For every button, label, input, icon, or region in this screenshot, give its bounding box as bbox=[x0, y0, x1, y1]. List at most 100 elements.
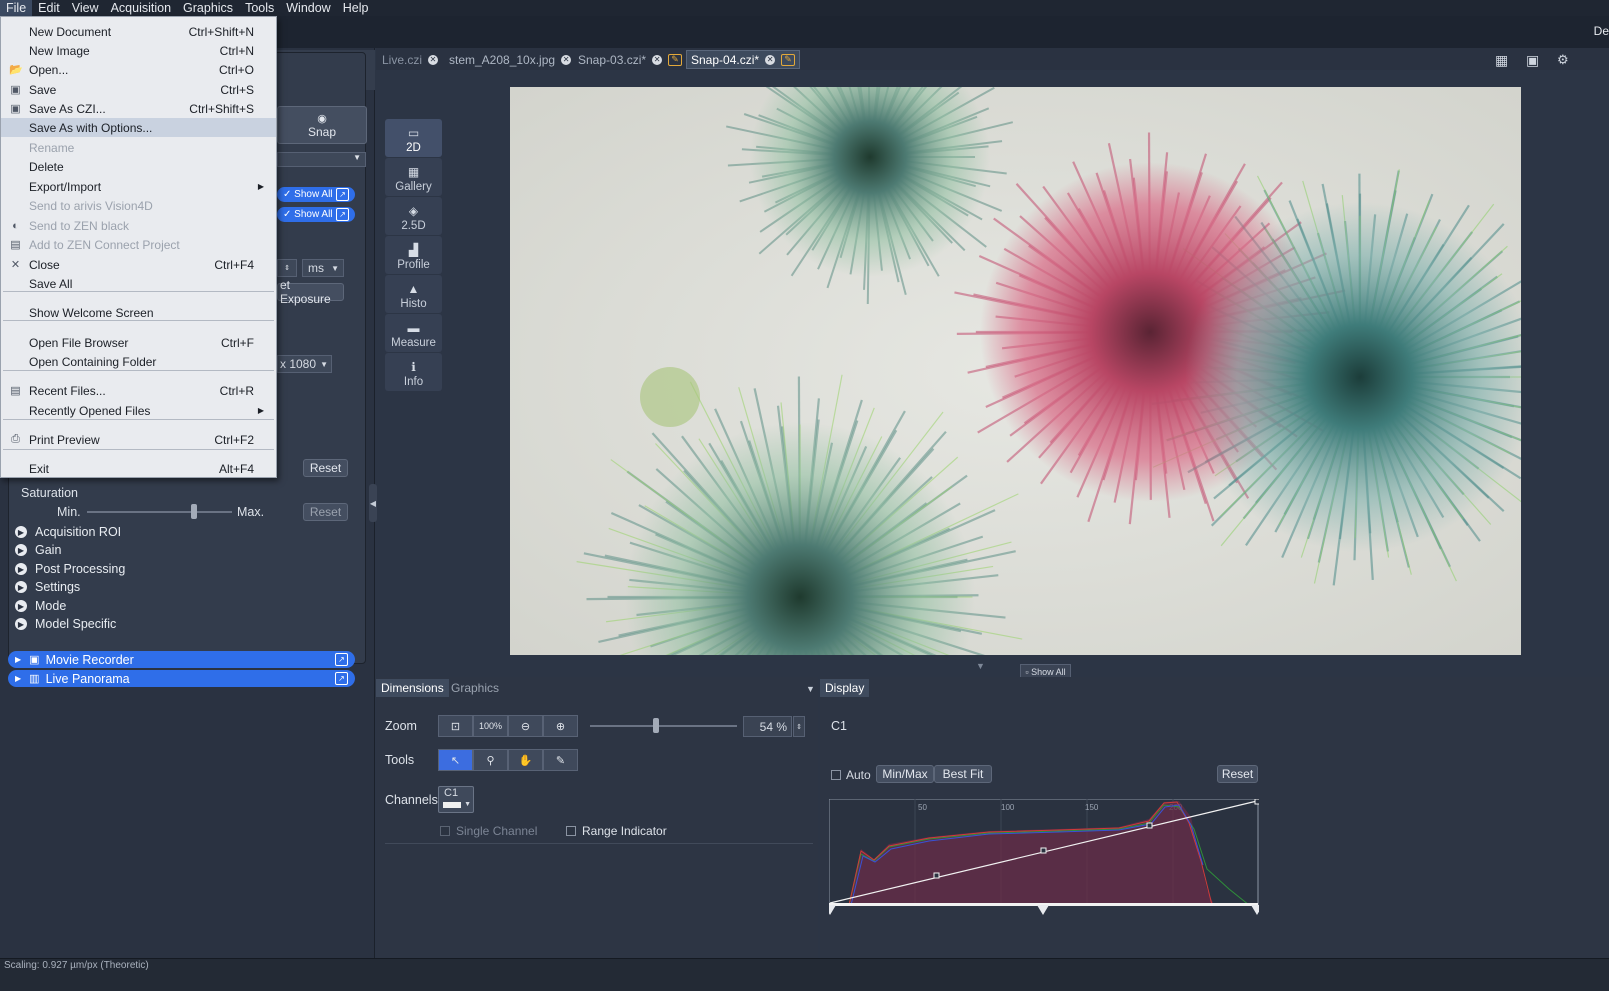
camera-dropdown[interactable]: ▼ bbox=[277, 152, 366, 167]
micrograph-render bbox=[510, 87, 1521, 655]
saturation-slider-thumb[interactable] bbox=[191, 504, 197, 519]
section-settings[interactable]: ▶ Settings bbox=[15, 580, 80, 594]
section-gain[interactable]: ▶ Gain bbox=[15, 543, 61, 557]
zoom-out-icon[interactable]: ⊖ bbox=[508, 715, 543, 737]
file-menu-item-recent-files[interactable]: ▤ Recent Files... Ctrl+R bbox=[1, 381, 276, 400]
zoom-in-icon[interactable]: ⊕ bbox=[543, 715, 578, 737]
pencil-icon: ✎ bbox=[781, 53, 796, 66]
reset-button[interactable]: Reset bbox=[303, 459, 348, 477]
reset-saturation-button[interactable]: Reset bbox=[303, 503, 348, 521]
menu-view[interactable]: View bbox=[66, 0, 105, 16]
pipette-icon[interactable]: ✎ bbox=[543, 749, 578, 771]
file-menu-item-new-image[interactable]: New Image Ctrl+N bbox=[1, 41, 276, 60]
tab-dimensions[interactable]: Dimensions bbox=[376, 679, 449, 697]
reset-display-button[interactable]: Reset bbox=[1217, 765, 1258, 783]
snap-button[interactable]: ◉ Snap bbox=[277, 106, 367, 144]
file-menu-item-new-document[interactable]: New Document Ctrl+Shift+N bbox=[1, 22, 276, 41]
camera-icon: ◉ bbox=[317, 112, 327, 125]
tab-snap-04[interactable]: Snap-04.czi* ✕ ✎ bbox=[686, 50, 801, 69]
file-menu-item-save[interactable]: ▣ Save Ctrl+S bbox=[1, 80, 276, 99]
resolution-select[interactable]: x 1080 ▼ bbox=[277, 355, 332, 373]
menu-file[interactable]: File bbox=[0, 0, 33, 16]
tab-graphics[interactable]: Graphics bbox=[446, 679, 504, 697]
menu-window[interactable]: Window bbox=[280, 0, 336, 16]
best-fit-button[interactable]: Best Fit bbox=[934, 765, 992, 783]
file-menu-item-save-as-with-options[interactable]: Save As with Options... bbox=[1, 118, 276, 137]
fit-to-window-icon[interactable]: ⊡ bbox=[438, 715, 473, 737]
menu-tools[interactable]: Tools bbox=[239, 0, 280, 16]
view-mode-info[interactable]: ℹ Info bbox=[385, 353, 442, 391]
exposure-stepper[interactable]: ⇕ bbox=[277, 259, 297, 277]
histogram[interactable]: 50 100 150 200 bbox=[824, 798, 1263, 917]
hand-icon[interactable]: ✋ bbox=[508, 749, 543, 771]
magnifier-rect-icon[interactable]: ⚲ bbox=[473, 749, 508, 771]
2-5d-icon: ◈ bbox=[408, 204, 419, 218]
tab-display[interactable]: Display bbox=[820, 679, 870, 697]
measure-icon: ▬ bbox=[407, 321, 420, 335]
chevron-down-icon: ▼ bbox=[331, 263, 339, 273]
file-menu-item-save-as-czi[interactable]: ▣ Save As CZI... Ctrl+Shift+S bbox=[1, 99, 276, 118]
channel-c1-button[interactable]: C1 ▼ bbox=[438, 786, 474, 813]
chevron-right-icon: ▶ bbox=[15, 526, 27, 538]
close-icon[interactable]: ✕ bbox=[561, 54, 572, 65]
grid-view-icon[interactable]: ▦ bbox=[1495, 52, 1508, 69]
file-menu-item-export-import[interactable]: Export/Import ▶ bbox=[1, 177, 276, 196]
micrograph-image[interactable] bbox=[510, 87, 1521, 655]
zoom-value-input[interactable]: 54 % bbox=[743, 716, 792, 737]
view-mode-2d[interactable]: ▭ 2D bbox=[385, 119, 442, 157]
file-menu-item-recently-opened-files[interactable]: Recently Opened Files ▶ bbox=[1, 401, 276, 420]
file-menu-item-close[interactable]: ✕ Close Ctrl+F4 bbox=[1, 255, 276, 274]
menu-graphics[interactable]: Graphics bbox=[177, 0, 239, 16]
range-indicator-checkbox[interactable]: Range Indicator bbox=[566, 824, 667, 838]
section-model-specific[interactable]: ▶ Model Specific bbox=[15, 617, 116, 631]
show-all-pill-2[interactable]: ✓ Show All ↗ bbox=[277, 207, 355, 222]
collapse-bottom-panel-icon[interactable]: ▼ bbox=[976, 661, 985, 671]
exposure-unit-select[interactable]: ms ▼ bbox=[302, 259, 344, 277]
menu-acquisition[interactable]: Acquisition bbox=[105, 0, 177, 16]
view-mode-measure[interactable]: ▬ Measure bbox=[385, 314, 442, 352]
view-mode-profile[interactable]: ▟ Profile bbox=[385, 236, 442, 274]
gear-icon[interactable]: ⚙ bbox=[1557, 52, 1569, 68]
tab-snap-03[interactable]: Snap-03.czi* ✕ ✎ bbox=[574, 50, 686, 69]
view-mode-gallery[interactable]: ▦ Gallery bbox=[385, 158, 442, 196]
pointer-icon[interactable]: ↖ bbox=[438, 749, 473, 771]
file-menu-item-open[interactable]: 📂 Open... Ctrl+O bbox=[1, 60, 276, 79]
live-panorama-tool[interactable]: ▶ ▥ Live Panorama ↗ bbox=[8, 670, 355, 687]
min-max-button[interactable]: Min/Max bbox=[876, 765, 934, 783]
tab-live[interactable]: Live.czi ✕ bbox=[378, 50, 442, 69]
tab-stem-a208[interactable]: stem_A208_10x.jpg ✕ bbox=[445, 50, 575, 69]
movie-recorder-tool[interactable]: ▶ ▣ Movie Recorder ↗ bbox=[8, 651, 355, 668]
zoom-slider-thumb[interactable] bbox=[653, 718, 659, 733]
section-mode[interactable]: ▶ Mode bbox=[15, 599, 66, 613]
section-acquisition-roi[interactable]: ▶ Acquisition ROI bbox=[15, 525, 121, 539]
single-channel-checkbox[interactable]: Single Channel bbox=[440, 824, 537, 838]
view-mode-histo[interactable]: ▲ Histo bbox=[385, 275, 442, 313]
split-view-icon[interactable]: ▣ bbox=[1526, 52, 1539, 69]
external-window-icon[interactable]: ↗ bbox=[335, 672, 348, 685]
status-scaling: Scaling: 0.927 µm/px (Theoretic) bbox=[4, 960, 149, 971]
close-icon[interactable]: ✕ bbox=[652, 54, 663, 65]
zoom-stepper[interactable]: ⇕ bbox=[793, 716, 805, 737]
view-mode-2-5d[interactable]: ◈ 2.5D bbox=[385, 197, 442, 235]
section-post-processing[interactable]: ▶ Post Processing bbox=[15, 562, 125, 576]
show-all-pill-1[interactable]: ✓ Show All ↗ bbox=[277, 187, 355, 202]
file-menu-item-print-preview[interactable]: ⎙ Print Preview Ctrl+F2 bbox=[1, 430, 276, 449]
close-icon[interactable]: ✕ bbox=[765, 54, 776, 65]
file-menu-item-open-containing-folder[interactable]: Open Containing Folder bbox=[1, 352, 276, 371]
external-window-icon[interactable]: ↗ bbox=[335, 653, 348, 666]
external-window-icon: ↗ bbox=[336, 208, 349, 221]
set-exposure-button[interactable]: et Exposure bbox=[277, 278, 344, 306]
file-menu-item-open-file-browser[interactable]: Open File Browser Ctrl+F bbox=[1, 333, 276, 352]
file-menu-item-exit[interactable]: Exit Alt+F4 bbox=[1, 459, 276, 478]
zoom-100-button[interactable]: 100% bbox=[473, 715, 508, 737]
close-icon[interactable]: ✕ bbox=[428, 54, 439, 65]
chevron-down-icon[interactable]: ▼ bbox=[806, 684, 815, 694]
chevron-right-icon: ▶ bbox=[15, 600, 27, 612]
zoom-slider-track[interactable] bbox=[590, 725, 737, 727]
menu-edit[interactable]: Edit bbox=[32, 0, 66, 16]
file-menu-item-delete[interactable]: Delete bbox=[1, 157, 276, 176]
menu-help[interactable]: Help bbox=[337, 0, 375, 16]
panel-collapse-handle[interactable]: ◀ bbox=[369, 484, 377, 522]
auto-checkbox[interactable]: Auto bbox=[831, 768, 871, 782]
saturation-slider-track[interactable] bbox=[87, 511, 232, 513]
